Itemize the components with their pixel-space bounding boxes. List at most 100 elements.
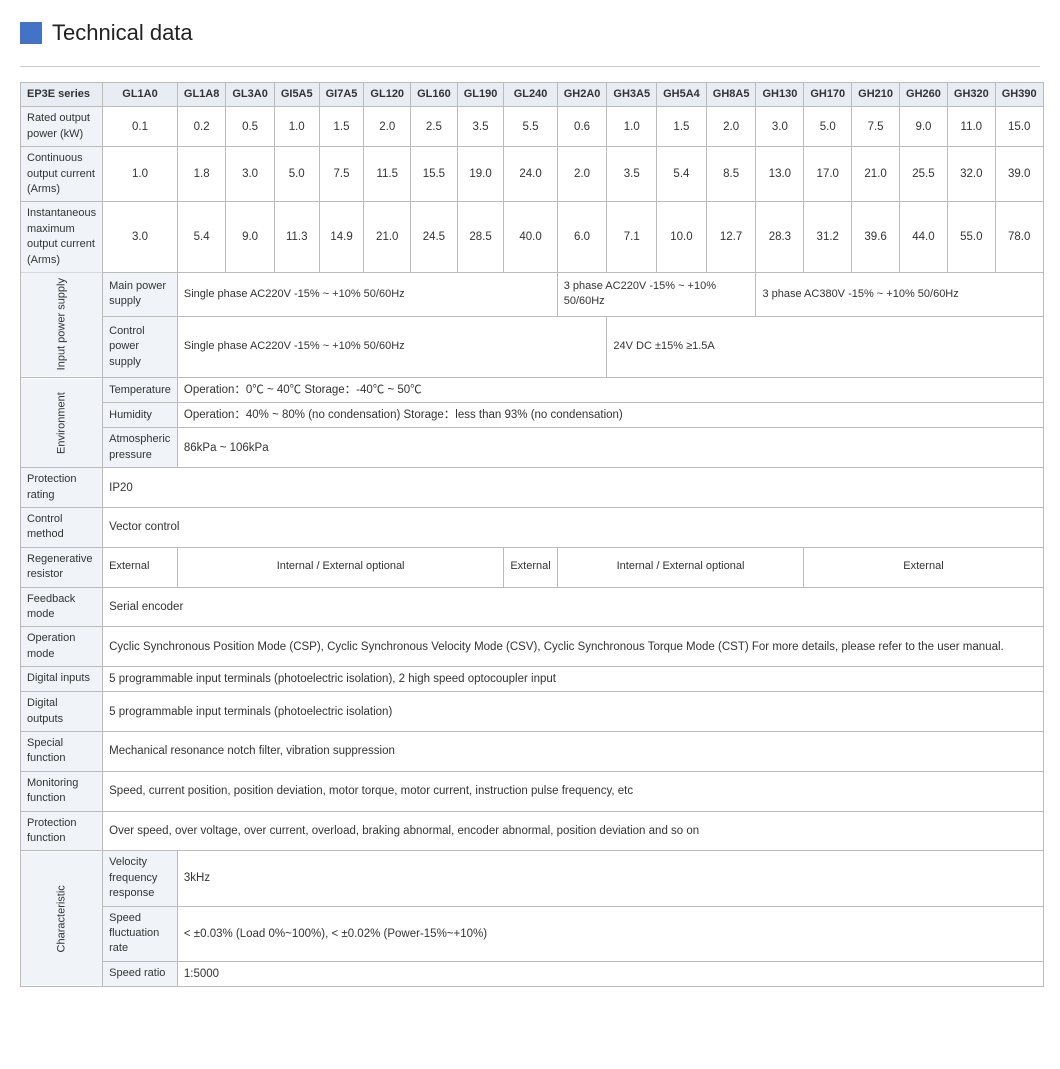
- col-gl3a0: GL3A0: [226, 83, 274, 107]
- table-row-monitoring-function: Monitoring function Speed, current posit…: [21, 771, 1044, 811]
- table-row-protection-rating: Protection rating IP20: [21, 468, 1044, 508]
- table-row-speed-fluctuation: Speed fluctuation rate < ±0.03% (Load 0%…: [21, 906, 1044, 961]
- rated-power-val-17: 11.0: [947, 107, 995, 147]
- humidity-value: Operation：40% ~ 80% (no condensation) St…: [177, 403, 1043, 428]
- rated-power-val-13: 3.0: [756, 107, 804, 147]
- operation-mode-label: Operation mode: [21, 627, 103, 667]
- table-row-rated-power: Rated output power (kW) 0.1 0.2 0.5 1.0 …: [21, 107, 1044, 147]
- col-gh170: GH170: [804, 83, 852, 107]
- digital-outputs-label: Digital outputs: [21, 692, 103, 732]
- protection-rating-label: Protection rating: [21, 468, 103, 508]
- col-gh2a0: GH2A0: [557, 83, 607, 107]
- temperature-label: Temperature: [103, 378, 178, 403]
- speed-fluctuation-value: < ±0.03% (Load 0%~100%), < ±0.02% (Power…: [177, 906, 1043, 961]
- col-gh320: GH320: [947, 83, 995, 107]
- digital-outputs-value: 5 programmable input terminals (photoele…: [103, 692, 1043, 732]
- table-row-temperature: Environment Temperature Operation：0℃ ~ 4…: [21, 378, 1044, 403]
- speed-ratio-value: 1:5000: [177, 961, 1043, 986]
- regen-cell2: Internal / External optional: [177, 547, 503, 587]
- table-row-velocity-frequency: Characteristic Velocity frequency respon…: [21, 851, 1044, 906]
- velocity-frequency-label: Velocity frequency response: [103, 851, 178, 906]
- characteristic-group-label: Characteristic: [21, 851, 103, 986]
- protection-function-value: Over speed, over voltage, over current, …: [103, 811, 1043, 851]
- rated-power-val-10: 1.0: [607, 107, 657, 147]
- control-power-supply-label: Control power supply: [103, 317, 178, 378]
- col-gh5a4: GH5A4: [657, 83, 707, 107]
- table-row-digital-inputs: Digital inputs 5 programmable input term…: [21, 667, 1044, 692]
- series-label-cell: EP3E series: [21, 83, 103, 107]
- rated-power-val-12: 2.0: [706, 107, 756, 147]
- rated-power-val-0: 0.1: [103, 107, 178, 147]
- table-row-special-function: Special function Mechanical resonance no…: [21, 732, 1044, 772]
- monitoring-function-value: Speed, current position, position deviat…: [103, 771, 1043, 811]
- protection-rating-value: IP20: [103, 468, 1043, 508]
- regen-cell5: External: [804, 547, 1043, 587]
- col-gh260: GH260: [900, 83, 948, 107]
- rated-power-val-3: 1.0: [274, 107, 319, 147]
- digital-inputs-value: 5 programmable input terminals (photoele…: [103, 667, 1043, 692]
- speed-fluctuation-label: Speed fluctuation rate: [103, 906, 178, 961]
- protection-function-label: Protection function: [21, 811, 103, 851]
- title-divider: [20, 66, 1040, 67]
- rated-power-val-4: 1.5: [319, 107, 364, 147]
- continuous-current-label: Continuous output current (Arms): [21, 147, 103, 202]
- main-power-supply-cell2: 3 phase AC220V -15% ~ +10% 50/60Hz: [557, 272, 756, 316]
- col-gi5a5: GI5A5: [274, 83, 319, 107]
- table-row-speed-ratio: Speed ratio 1:5000: [21, 961, 1044, 986]
- atmospheric-pressure-label: Atmospheric pressure: [103, 428, 178, 468]
- main-power-supply-label: Main power supply: [103, 272, 178, 316]
- rated-power-label: Rated output power (kW): [21, 107, 103, 147]
- regenerative-resistor-label: Regenerative resistor: [21, 547, 103, 587]
- col-gh390: GH390: [995, 83, 1043, 107]
- speed-ratio-label: Speed ratio: [103, 961, 178, 986]
- table-row-feedback-mode: Feedback mode Serial encoder: [21, 587, 1044, 627]
- col-gl1a8: GL1A8: [177, 83, 225, 107]
- humidity-label: Humidity: [103, 403, 178, 428]
- col-gl240: GL240: [504, 83, 557, 107]
- operation-mode-value: Cyclic Synchronous Position Mode (CSP), …: [103, 627, 1043, 667]
- control-power-supply-cell2: 24V DC ±15% ≥1.5A: [607, 317, 1043, 378]
- title-icon: [20, 22, 42, 44]
- rated-power-val-2: 0.5: [226, 107, 274, 147]
- table-row-control-power-supply: Control power supply Single phase AC220V…: [21, 317, 1044, 378]
- table-row-control-method: Control method Vector control: [21, 508, 1044, 548]
- feedback-mode-value: Serial encoder: [103, 587, 1043, 627]
- regen-cell1: External: [103, 547, 178, 587]
- col-gi7a5: GI7A5: [319, 83, 364, 107]
- col-gl160: GL160: [411, 83, 458, 107]
- special-function-label: Special function: [21, 732, 103, 772]
- table-header-row: EP3E series GL1A0 GL1A8 GL3A0 GI5A5 GI7A…: [21, 83, 1044, 107]
- table-row-main-power-supply: Input power supply Main power supply Sin…: [21, 272, 1044, 316]
- table-row-instantaneous-current: Instantaneous maximum output current (Ar…: [21, 202, 1044, 273]
- velocity-frequency-value: 3kHz: [177, 851, 1043, 906]
- technical-data-table: EP3E series GL1A0 GL1A8 GL3A0 GI5A5 GI7A…: [20, 82, 1044, 987]
- rated-power-val-7: 3.5: [457, 107, 504, 147]
- table-row-protection-function: Protection function Over speed, over vol…: [21, 811, 1044, 851]
- rated-power-val-11: 1.5: [657, 107, 707, 147]
- rated-power-val-18: 15.0: [995, 107, 1043, 147]
- rated-power-val-9: 0.6: [557, 107, 607, 147]
- table-row-digital-outputs: Digital outputs 5 programmable input ter…: [21, 692, 1044, 732]
- environment-group-label: Environment: [21, 378, 103, 468]
- col-gh3a5: GH3A5: [607, 83, 657, 107]
- table-row-continuous-current: Continuous output current (Arms) 1.0 1.8…: [21, 147, 1044, 202]
- control-method-value: Vector control: [103, 508, 1043, 548]
- rated-power-val-5: 2.0: [364, 107, 411, 147]
- main-power-supply-cell1: Single phase AC220V -15% ~ +10% 50/60Hz: [177, 272, 557, 316]
- regen-cell3: External: [504, 547, 557, 587]
- page-title: Technical data: [20, 20, 1040, 46]
- rated-power-val-1: 0.2: [177, 107, 225, 147]
- table-row-humidity: Humidity Operation：40% ~ 80% (no condens…: [21, 403, 1044, 428]
- atmospheric-pressure-value: 86kPa ~ 106kPa: [177, 428, 1043, 468]
- table-row-atmospheric-pressure: Atmospheric pressure 86kPa ~ 106kPa: [21, 428, 1044, 468]
- rated-power-val-15: 7.5: [852, 107, 900, 147]
- col-gl190: GL190: [457, 83, 504, 107]
- col-gh8a5: GH8A5: [706, 83, 756, 107]
- rated-power-val-16: 9.0: [900, 107, 948, 147]
- control-power-supply-cell1: Single phase AC220V -15% ~ +10% 50/60Hz: [177, 317, 607, 378]
- col-gh130: GH130: [756, 83, 804, 107]
- input-power-supply-group-label: Input power supply: [21, 272, 103, 377]
- special-function-value: Mechanical resonance notch filter, vibra…: [103, 732, 1043, 772]
- col-gl120: GL120: [364, 83, 411, 107]
- main-power-supply-cell3: 3 phase AC380V -15% ~ +10% 50/60Hz: [756, 272, 1043, 316]
